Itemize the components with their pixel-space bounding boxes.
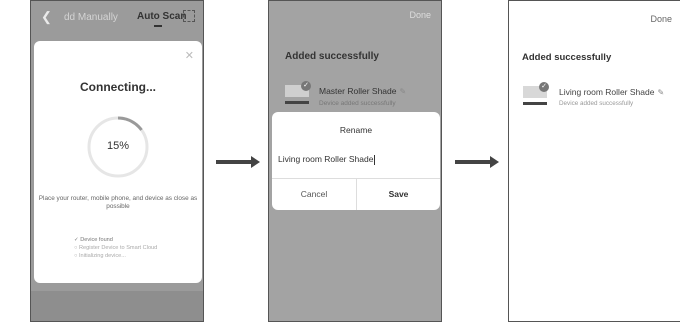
phone-screen-rename: Done Added successfully ✓ Master Roller … xyxy=(268,0,442,322)
check-icon: ✓ xyxy=(301,81,311,91)
connecting-modal: ✕ Connecting... 15% Place your router, m… xyxy=(34,41,202,283)
device-thumbnail-base xyxy=(285,101,309,104)
modal-title: Connecting... xyxy=(80,80,156,94)
flow-arrow-icon xyxy=(216,156,260,168)
bottom-area xyxy=(31,291,203,321)
device-name: Living room Roller Shade ✎ xyxy=(559,87,665,97)
close-icon[interactable]: ✕ xyxy=(185,49,194,62)
device-status: Device added successfully xyxy=(319,100,396,107)
cancel-button[interactable]: Cancel xyxy=(272,189,356,199)
top-bar: ❮ dd Manually Auto Scan xyxy=(31,1,203,37)
text-caret xyxy=(374,154,376,165)
edit-pencil-icon[interactable]: ✎ xyxy=(399,87,406,96)
done-button[interactable]: Done xyxy=(650,14,672,24)
chevron-left-icon[interactable]: ❮ xyxy=(41,9,52,25)
tab-active-indicator xyxy=(154,25,162,27)
step-item: ○ Register Device to Smart Cloud xyxy=(74,245,158,251)
rename-input[interactable]: Living room Roller Shade xyxy=(278,154,376,165)
check-icon: ✓ xyxy=(539,82,549,92)
rename-dialog: Rename Living room Roller Shade Cancel S… xyxy=(272,112,440,210)
done-button[interactable]: Done xyxy=(409,10,431,20)
device-status: Device added successfully xyxy=(559,100,634,107)
dialog-title: Rename xyxy=(339,125,373,135)
connection-steps: ✓ Device found ○ Register Device to Smar… xyxy=(74,236,157,260)
device-name: Master Roller Shade ✎ xyxy=(319,86,407,96)
tab-add-manually[interactable]: dd Manually xyxy=(64,12,118,23)
added-title: Added successfully xyxy=(285,51,379,62)
scan-frame-icon[interactable] xyxy=(183,10,195,22)
step-item: ✓ Device found xyxy=(74,237,113,243)
added-title: Added successfully xyxy=(522,52,612,63)
tab-auto-scan[interactable]: Auto Scan xyxy=(137,11,186,22)
phone-screen-renamed: Done Added successfully ✓ Living room Ro… xyxy=(508,0,680,322)
progress-percent: 15% xyxy=(106,140,130,152)
edit-pencil-icon[interactable]: ✎ xyxy=(657,88,664,97)
placement-hint: Place your router, mobile phone, and dev… xyxy=(38,195,198,210)
save-button[interactable]: Save xyxy=(357,189,440,199)
device-thumbnail-base xyxy=(523,102,547,105)
flow-arrow-icon xyxy=(455,156,499,168)
phone-screen-connecting: ❮ dd Manually Auto Scan ✕ Connecting... … xyxy=(30,0,204,322)
step-item: ○ Initializing device... xyxy=(74,253,126,259)
